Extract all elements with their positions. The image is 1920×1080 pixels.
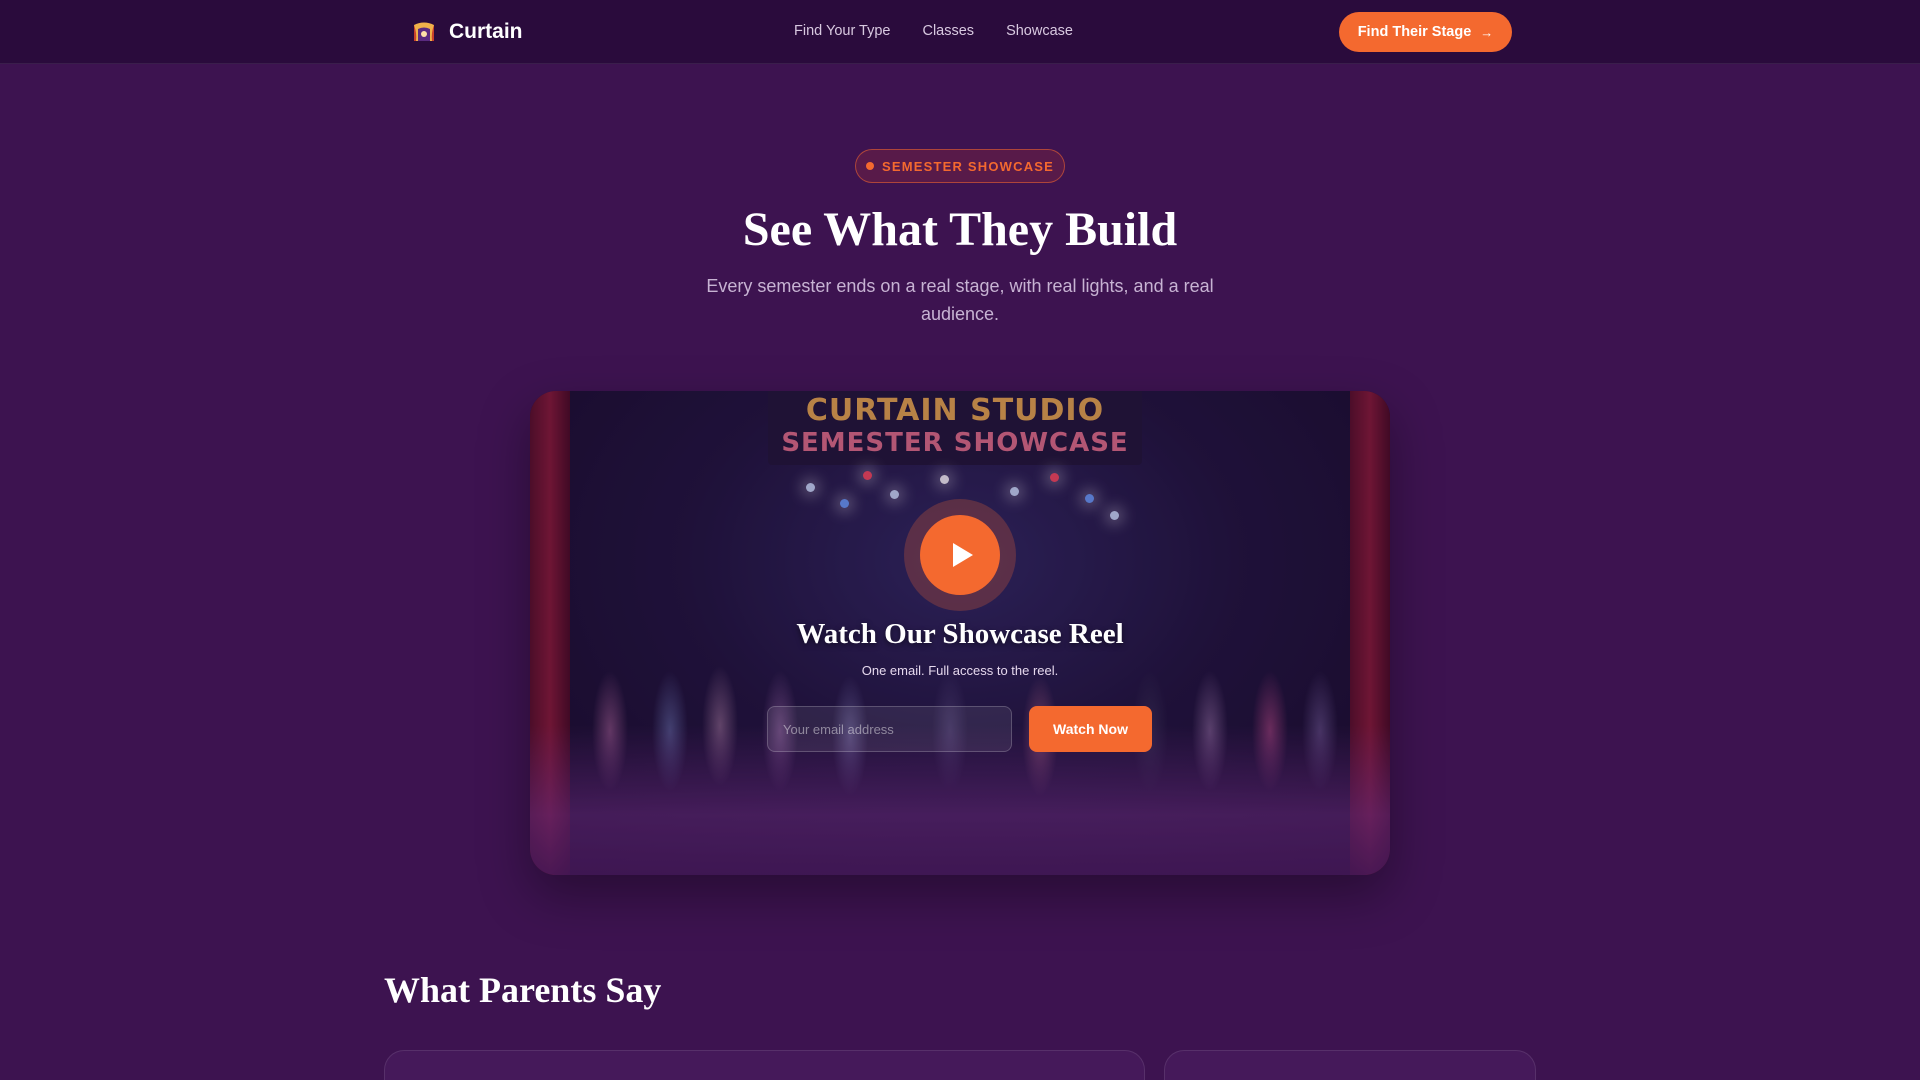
testimonials-title: What Parents Say [384, 970, 662, 1010]
theater-curtain-icon [414, 22, 434, 41]
page-subtitle: Every semester ends on a real stage, wit… [706, 276, 1214, 324]
reel-title: Watch Our Showcase Reel [796, 618, 1124, 650]
testimonial-card [1164, 1050, 1536, 1080]
find-their-stage-button[interactable]: Find Their Stage → [1339, 12, 1512, 52]
page-title: See What They Build [742, 203, 1178, 256]
top-nav: Curtain Find Your Type Classes Showcase … [0, 0, 1920, 64]
badge-dot-icon [865, 162, 874, 170]
arrow-right-icon: → [1480, 24, 1494, 40]
email-field[interactable] [767, 706, 1012, 752]
nav-link-classes[interactable]: Classes [922, 23, 974, 39]
reel-subtitle: One email. Full access to the reel. [861, 663, 1059, 678]
cta-label: Find Their Stage [1357, 24, 1472, 40]
testimonial-card [384, 1050, 1145, 1080]
nav-link-showcase[interactable]: Showcase [1006, 23, 1073, 39]
brand[interactable]: Curtain [411, 19, 523, 45]
showcase-video-card: CURTAIN STUDIO SEMESTER SHOWCASE Watch O… [530, 391, 1390, 875]
nav-link-find-your-type[interactable]: Find Your Type [794, 23, 890, 39]
section-badge: SEMESTER SHOWCASE [855, 149, 1065, 183]
nav-links: Find Your Type Classes Showcase [794, 23, 1073, 39]
watch-now-button[interactable]: Watch Now [1029, 706, 1152, 752]
play-icon [952, 543, 973, 567]
play-video-button[interactable] [920, 515, 1000, 595]
badge-label: SEMESTER SHOWCASE [881, 158, 1055, 174]
brand-name: Curtain [449, 20, 523, 43]
